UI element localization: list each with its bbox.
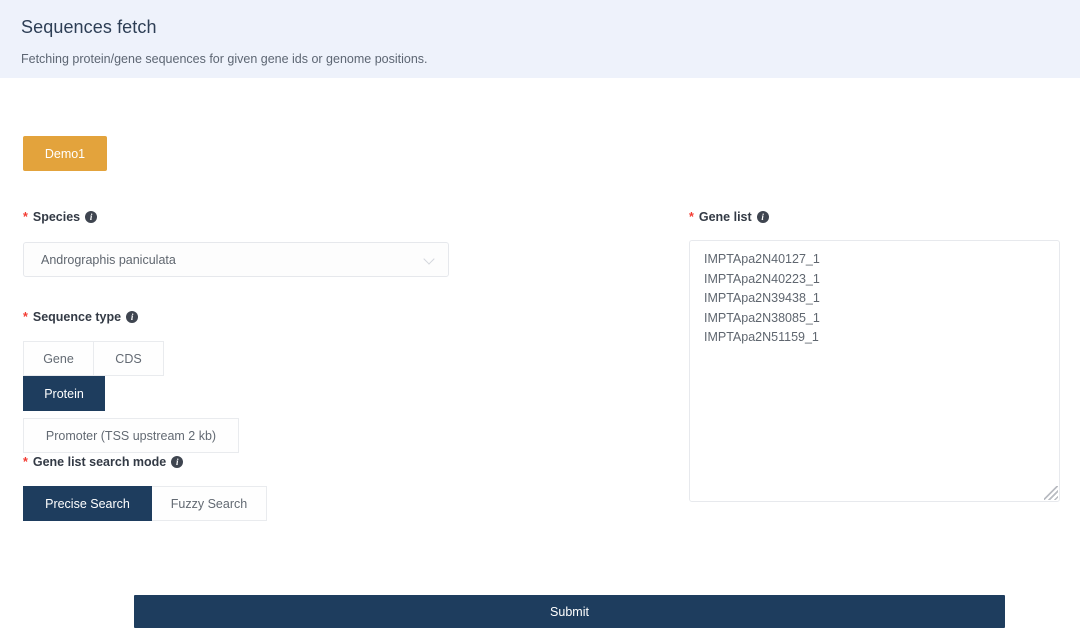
info-icon[interactable]: i xyxy=(171,456,184,468)
species-label: * Species i xyxy=(23,210,98,224)
species-selected-value: Andrographis paniculata xyxy=(41,252,176,267)
sequence-type-label-text: Sequence type xyxy=(32,310,122,324)
sequences-fetch-page: Sequences fetch Fetching protein/gene se… xyxy=(0,0,1080,638)
required-asterisk: * xyxy=(689,210,694,224)
sequence-type-option-protein[interactable]: Protein xyxy=(23,376,105,411)
chevron-down-icon xyxy=(424,254,435,265)
search-mode-options: Precise Search Fuzzy Search xyxy=(23,486,267,521)
sequence-type-option-promoter[interactable]: Promoter (TSS upstream 2 kb) xyxy=(23,418,239,453)
sequence-type-option-cds[interactable]: CDS xyxy=(93,341,164,376)
search-mode-label: * Gene list search mode i xyxy=(23,455,184,469)
gene-list-textarea[interactable]: IMPTApa2N40127_1 IMPTApa2N40223_1 IMPTAp… xyxy=(689,240,1060,502)
species-label-text: Species xyxy=(32,210,81,224)
search-mode-option-fuzzy[interactable]: Fuzzy Search xyxy=(151,486,267,521)
search-mode-option-precise[interactable]: Precise Search xyxy=(23,486,152,521)
resize-handle-icon[interactable] xyxy=(1044,486,1058,500)
info-icon[interactable]: i xyxy=(756,211,769,223)
species-select[interactable]: Andrographis paniculata xyxy=(23,242,449,277)
required-asterisk: * xyxy=(23,210,28,224)
gene-list-value: IMPTApa2N40127_1 IMPTApa2N40223_1 IMPTAp… xyxy=(704,252,820,344)
info-icon[interactable]: i xyxy=(85,211,98,223)
page-subtitle: Fetching protein/gene sequences for give… xyxy=(21,52,428,66)
page-header: Sequences fetch Fetching protein/gene se… xyxy=(0,0,1080,78)
submit-button[interactable]: Submit xyxy=(134,595,1005,628)
sequence-type-option-gene[interactable]: Gene xyxy=(23,341,94,376)
gene-list-label: * Gene list i xyxy=(689,210,769,224)
sequence-type-label: * Sequence type i xyxy=(23,310,139,324)
required-asterisk: * xyxy=(23,310,28,324)
page-title: Sequences fetch xyxy=(21,17,157,37)
demo1-button[interactable]: Demo1 xyxy=(23,136,107,171)
required-asterisk: * xyxy=(23,455,28,469)
info-icon[interactable]: i xyxy=(126,311,139,323)
search-mode-label-text: Gene list search mode xyxy=(32,455,167,469)
gene-list-label-text: Gene list xyxy=(698,210,752,224)
sequence-type-options: Gene CDS Protein Promoter (TSS upstream … xyxy=(23,341,239,453)
